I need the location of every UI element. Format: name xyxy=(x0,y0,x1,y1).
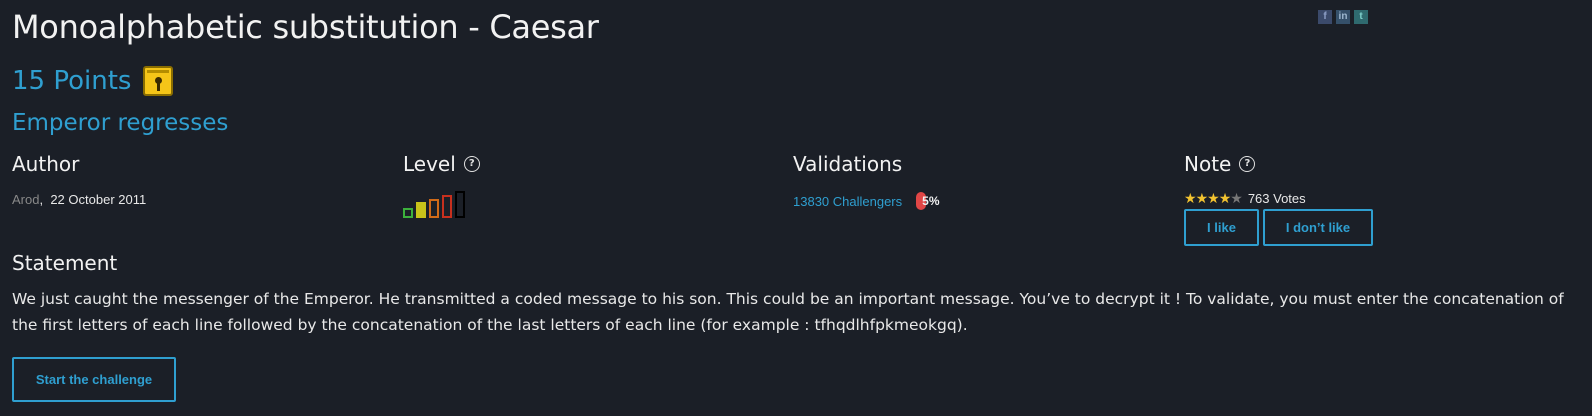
author-date: 22 October 2011 xyxy=(50,192,147,207)
statement-heading: Statement xyxy=(12,251,118,275)
validations-heading: Validations xyxy=(793,152,903,176)
linkedin-icon[interactable]: in xyxy=(1336,10,1350,24)
level-heading: Level ? xyxy=(403,152,480,176)
validation-percent-badge: 5% xyxy=(916,192,942,210)
author-line: Arod, 22 October 2011 xyxy=(12,192,146,207)
points-value: 15 Points xyxy=(12,66,132,96)
help-icon[interactable]: ? xyxy=(1239,156,1256,172)
start-challenge-button[interactable]: Start the challenge xyxy=(12,357,176,402)
help-icon[interactable]: ? xyxy=(463,156,480,172)
author-link[interactable]: Arod xyxy=(12,192,39,207)
challenge-page: Monoalphabetic substitution - Caesar f i… xyxy=(0,0,1592,416)
page-title: Monoalphabetic substitution - Caesar xyxy=(12,8,599,46)
note-section: Note ? ★★★★★ 763 Votes I like I don’t li… xyxy=(1184,152,1373,246)
rating-stars: ★★★★★ xyxy=(1184,190,1243,207)
level-bar-3 xyxy=(429,199,439,218)
author-heading: Author xyxy=(12,152,80,176)
twitter-icon[interactable]: t xyxy=(1354,10,1368,24)
star-empty-icon: ★ xyxy=(1230,190,1243,206)
vote-buttons: I like I don’t like xyxy=(1184,209,1373,246)
star-icon: ★ xyxy=(1218,190,1232,206)
points-row: 15 Points xyxy=(12,66,174,96)
validations-line: 13830 Challengers 5% xyxy=(793,192,942,210)
lock-icon xyxy=(143,66,174,96)
star-icon: ★ xyxy=(1207,190,1220,206)
challengers-link[interactable]: 13830 Challengers xyxy=(793,194,902,209)
level-meter xyxy=(403,190,480,218)
author-section: Author Arod, 22 October 2011 xyxy=(12,152,146,207)
level-bar-4 xyxy=(442,195,452,218)
validations-section: Validations 13830 Challengers 5% xyxy=(793,152,942,210)
star-icon: ★ xyxy=(1184,190,1197,206)
facebook-icon[interactable]: f xyxy=(1318,10,1332,24)
rating-line: ★★★★★ 763 Votes xyxy=(1184,190,1373,207)
level-bar-5 xyxy=(455,191,465,218)
validation-percent: 5% xyxy=(922,194,940,208)
vote-count: 763 Votes xyxy=(1247,191,1306,206)
author-separator: , xyxy=(39,192,44,207)
level-bar-2 xyxy=(416,202,426,218)
star-icon: ★ xyxy=(1195,190,1209,206)
challenge-subtitle: Emperor regresses xyxy=(12,110,229,136)
dislike-button[interactable]: I don’t like xyxy=(1263,209,1373,246)
level-bar-1 xyxy=(403,208,413,218)
share-bar: f in t xyxy=(1318,10,1368,24)
like-button[interactable]: I like xyxy=(1184,209,1259,246)
level-section: Level ? xyxy=(403,152,480,218)
statement-text: We just caught the messenger of the Empe… xyxy=(12,290,1564,334)
note-heading: Note ? xyxy=(1184,152,1373,176)
